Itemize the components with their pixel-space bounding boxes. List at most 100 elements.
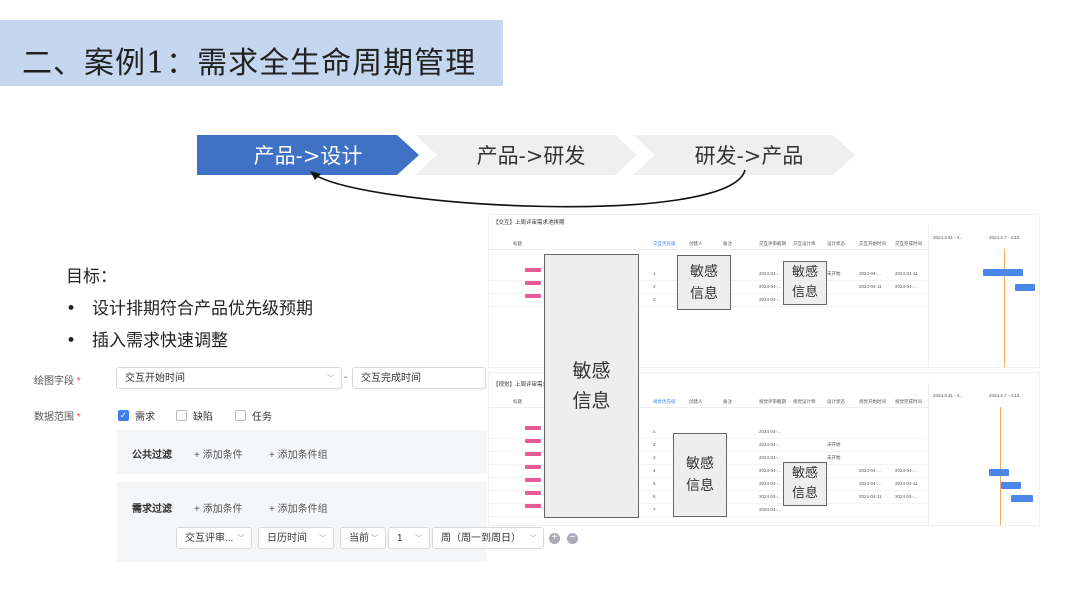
checkbox-icon [176,410,187,421]
goal-item: • 插入需求快速调整 [66,326,313,358]
add-condition-link[interactable]: + 添加条件 [194,500,243,515]
select-value: 交互评审... [185,533,234,544]
step-label: 产品->设计 [253,144,363,168]
end-field-select[interactable]: 交互完成时间 [352,367,486,389]
cell: 2024-04-... [759,442,781,447]
cell: 3 [653,297,656,302]
filter-unit-select[interactable]: 周（周一到周日） ﹀ [432,527,544,549]
tag-badge [525,452,541,456]
start-field-select[interactable]: 交互开始时间 ﹀ [116,367,342,389]
cell: 7 [653,507,656,512]
step-label: 产品->研发 [476,144,586,168]
scope-checkbox-bug[interactable]: 缺陷 [176,408,213,423]
bullet: • [66,331,77,351]
tag-badge [525,465,541,469]
gantt-bar[interactable] [1011,495,1033,502]
cell: 2024-04-... [759,455,781,460]
cell: 2024-04-... [759,297,781,302]
goal-section: 目标： • 设计排期符合产品优先级预期 • 插入需求快速调整 [66,262,313,358]
chevron-down-icon: ﹀ [415,534,423,543]
cell: 2024-04-... [895,284,917,289]
tag-badge [525,426,541,430]
minus-circle-icon[interactable]: − [567,533,578,544]
cell: 未开始 [827,271,841,276]
redaction-label: 信息 [791,285,818,300]
select-value: 交互开始时间 [125,373,185,384]
gantt-range-label: 2024.3.31 - 4... [933,235,964,240]
cell: 2024-04-... [895,494,917,499]
filter-time-type-select[interactable]: 日历时间 ﹀ [258,527,334,549]
chevron-down-icon: ﹀ [319,534,327,543]
cell: 未开始 [827,442,841,447]
req-filter-label: 需求过滤 [132,504,172,515]
redaction-label: 敏感 [690,263,718,280]
cell: 2024-04-... [859,468,881,473]
col-header: 备注 [723,399,732,404]
page-title: 二、案例1：需求全生命周期管理 [22,46,477,81]
chevron-down-icon: ﹀ [237,534,245,543]
cell: 3 [653,455,656,460]
gantt-bar[interactable] [1001,482,1021,489]
redaction-box: 敏感 信息 [783,261,827,305]
cell: 未开始 [827,455,841,460]
add-condition-link[interactable]: + 添加条件 [194,446,243,461]
public-filter-label: 公共过滤 [132,450,172,461]
range-dash: - [344,372,348,383]
chevron-down-icon: ﹀ [327,374,335,383]
redaction-label: 信息 [572,390,611,412]
cell: 4 [653,468,656,473]
plus-circle-icon[interactable]: + [549,533,560,544]
cell: 2024-04-... [759,284,781,289]
select-value: 日历时间 [267,533,307,544]
cell: 2024-04-11 [859,284,882,289]
add-condition-group-link[interactable]: + 添加条件组 [269,500,328,515]
req-filter-panel: 需求过滤 + 添加条件 + 添加条件组 [117,482,487,562]
tag-badge [525,491,541,495]
col-header: 视觉完成时间 [895,399,922,404]
redaction-label: 敏感 [686,456,714,472]
redaction-box: 敏感 信息 [677,255,731,310]
cell: 2024-04-... [859,481,881,486]
tag-badge [525,281,541,285]
col-header: 创建人 [689,241,703,246]
goal-item-text: 插入需求快速调整 [92,331,228,351]
cell: 2024-04-... [895,468,917,473]
cell: 1 [653,429,656,434]
filter-field-select[interactable]: 交互评审... ﹀ [176,527,252,549]
cell: 2024-04-11 [895,271,918,276]
gantt-range-label: 2024.4.7 - 4.13 [989,393,1020,398]
redaction-label: 信息 [686,478,714,494]
gantt-bar[interactable] [1015,284,1035,291]
step-label: 研发->产品 [694,144,804,168]
redaction-box: 敏感 信息 [783,462,827,506]
public-filter-panel: 公共过滤 + 添加条件 + 添加条件组 [117,430,487,474]
gantt-chart: 2024.3.31 - 4... 2024.4.7 - 4.13 [928,225,1039,367]
goal-item-text: 设计排期符合产品优先级预期 [92,299,313,319]
add-condition-group-link[interactable]: + 添加条件组 [269,446,328,461]
filter-relative-select[interactable]: 当前 ﹀ [340,527,386,549]
scope-label-text: 数据范围 [34,412,74,423]
filter-count-select[interactable]: 1 ﹀ [388,527,430,549]
cell: 2024-04-... [859,271,881,276]
col-header: 交互评审截期 [759,241,786,246]
gantt-bar[interactable] [989,469,1009,476]
gantt-bar[interactable] [983,269,1023,276]
col-header: 设计状态 [827,399,845,404]
cell: 2024-04-... [759,429,781,434]
col-header: 视觉评审截期 [759,399,786,404]
cell: 2024-04-... [759,507,781,512]
cell: 6 [653,494,656,499]
select-value: 交互完成时间 [361,373,421,384]
tag-badge [525,439,541,443]
gantt-range-label: 2024.3.31 - 4... [933,393,964,398]
col-header: 交互优先级 [653,241,676,246]
table-title: 【交互】上周评审需求池排期 [493,220,565,226]
scope-checkbox-req[interactable]: ✓ 需求 [118,408,155,423]
redaction-box: 敏感 信息 [544,254,639,518]
redaction-label: 敏感 [572,360,611,382]
col-header: 交互设计师 [793,241,816,246]
cell: 5 [653,481,656,486]
scope-checkbox-task[interactable]: 任务 [235,408,272,423]
col-header: 创建人 [689,399,703,404]
tag-badge [525,504,541,508]
